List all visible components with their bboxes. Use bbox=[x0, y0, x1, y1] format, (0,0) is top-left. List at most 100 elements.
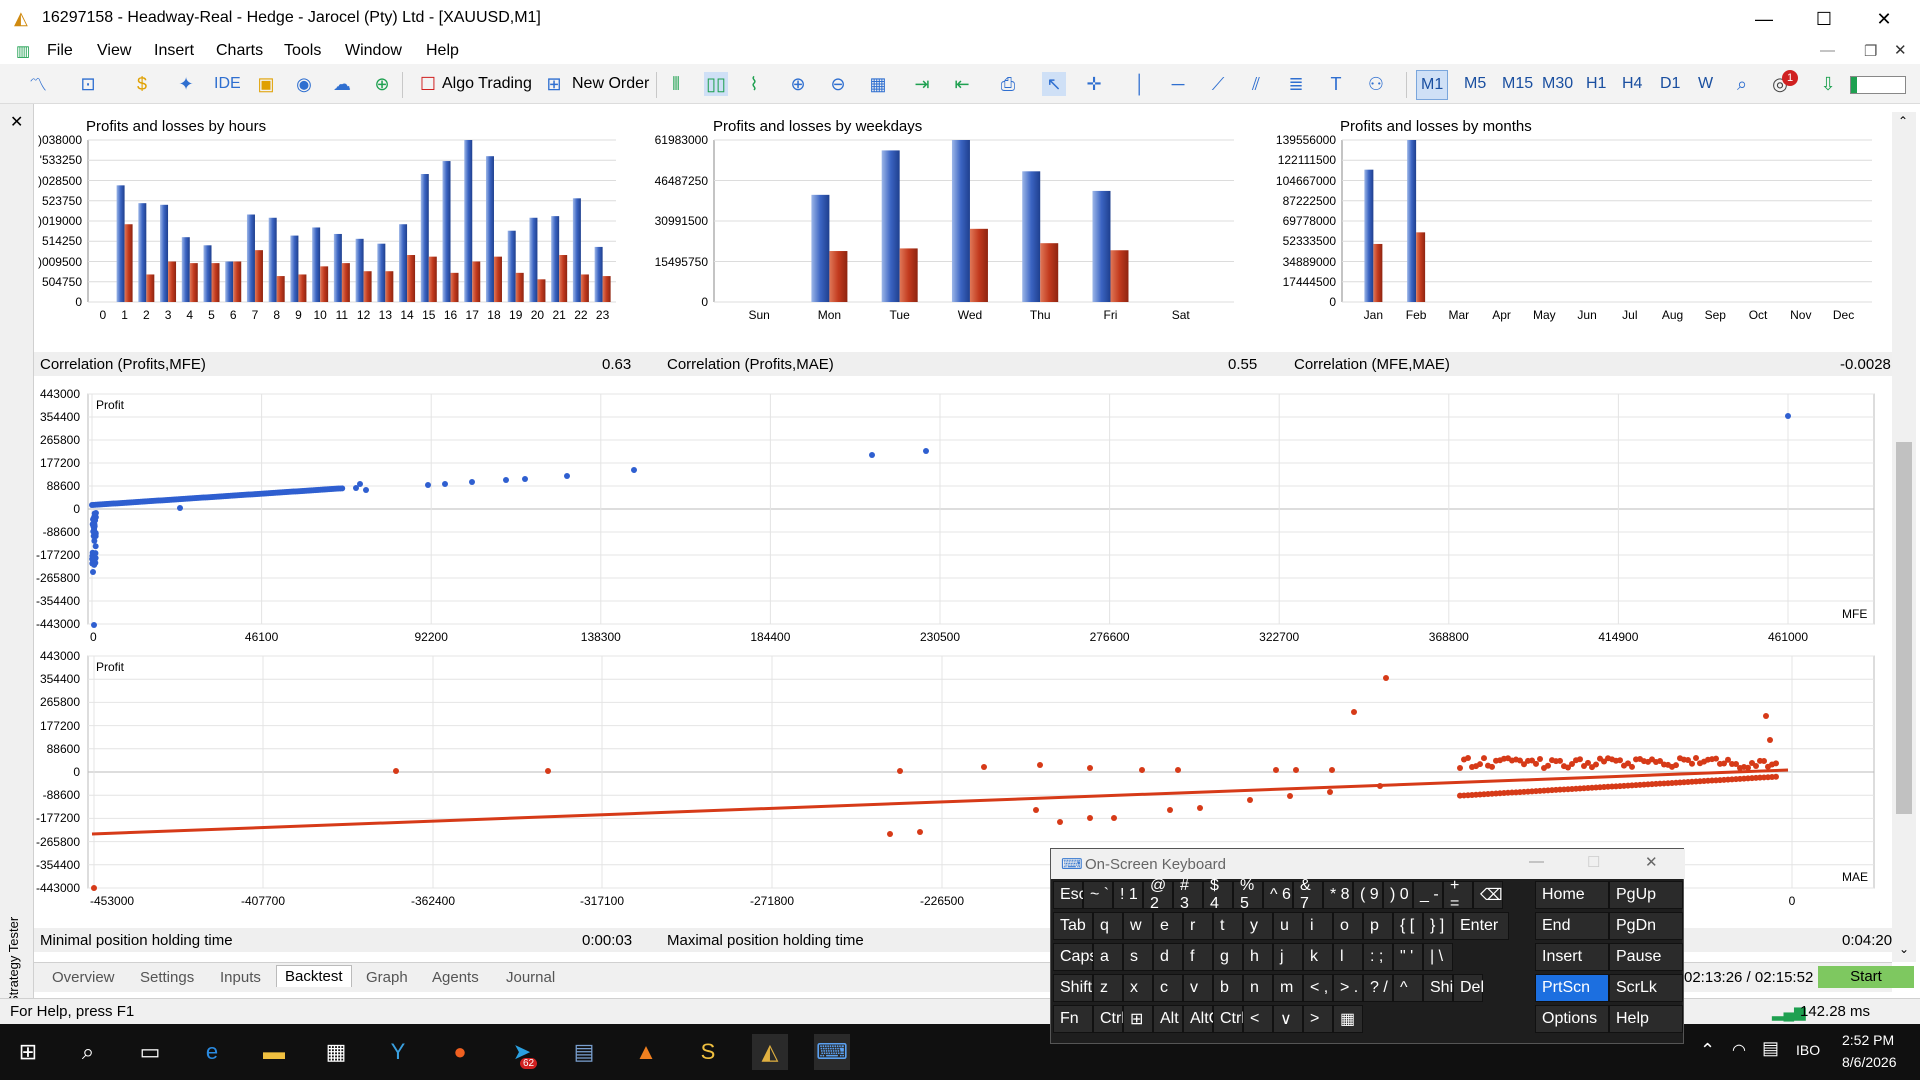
osk-key[interactable]: ) 0 bbox=[1383, 881, 1413, 909]
osk-key[interactable]: AltGr bbox=[1183, 1005, 1213, 1033]
osk-key[interactable]: Ctrl bbox=[1093, 1005, 1123, 1033]
osk-nav-key[interactable]: PgDn bbox=[1609, 912, 1683, 940]
osk-key[interactable]: f bbox=[1183, 943, 1213, 971]
notifications-taskbar-icon[interactable]: ▤ bbox=[1762, 1038, 1779, 1059]
osk-key[interactable]: ▦ bbox=[1333, 1005, 1363, 1033]
osk-key[interactable]: " ' bbox=[1393, 943, 1423, 971]
windows-start-icon[interactable]: ⊞ bbox=[10, 1034, 46, 1070]
osk-key[interactable]: Alt bbox=[1153, 1005, 1183, 1033]
osk-key[interactable]: r bbox=[1183, 912, 1213, 940]
osk-key[interactable]: | \ bbox=[1423, 943, 1453, 971]
osk-key[interactable]: o bbox=[1333, 912, 1363, 940]
osk-key[interactable]: $ 4 bbox=[1203, 881, 1233, 909]
tab-inputs[interactable]: Inputs bbox=[212, 967, 269, 988]
osk-maximize-button[interactable]: ☐ bbox=[1587, 853, 1600, 871]
osk-key[interactable]: m bbox=[1273, 974, 1303, 1002]
osk-key[interactable]: # 3 bbox=[1173, 881, 1203, 909]
osk-key[interactable]: > bbox=[1303, 1005, 1333, 1033]
osk-key[interactable]: * 8 bbox=[1323, 881, 1353, 909]
vlc-icon[interactable]: ▲ bbox=[628, 1034, 664, 1070]
osk-key[interactable]: ~ ` bbox=[1083, 881, 1113, 909]
osk-key[interactable]: b bbox=[1213, 974, 1243, 1002]
osk-key[interactable]: Del bbox=[1453, 974, 1483, 1002]
store-icon[interactable]: ▦ bbox=[318, 1034, 354, 1070]
osk-key[interactable]: ∨ bbox=[1273, 1005, 1303, 1033]
osk-nav-key[interactable]: Help bbox=[1609, 1005, 1683, 1033]
osk-key[interactable]: w bbox=[1123, 912, 1153, 940]
osk-key[interactable]: ⌫ bbox=[1473, 881, 1503, 909]
osk-key[interactable]: e bbox=[1153, 912, 1183, 940]
osk-key[interactable]: Esc bbox=[1053, 881, 1083, 909]
osk-key[interactable]: u bbox=[1273, 912, 1303, 940]
osk-nav-key[interactable]: End bbox=[1535, 912, 1609, 940]
osk-key[interactable]: Tab bbox=[1053, 912, 1093, 940]
osk-key[interactable]: x bbox=[1123, 974, 1153, 1002]
file-explorer-icon[interactable]: ▬ bbox=[256, 1034, 292, 1070]
osk-key[interactable]: _ - bbox=[1413, 881, 1443, 909]
osk-key[interactable]: } ] bbox=[1423, 912, 1453, 940]
osk-nav-key[interactable]: Home bbox=[1535, 881, 1609, 909]
osk-key[interactable]: l bbox=[1333, 943, 1363, 971]
osk-key[interactable]: Fn bbox=[1053, 1005, 1093, 1033]
osk-key[interactable]: y bbox=[1243, 912, 1273, 940]
osk-key[interactable]: { [ bbox=[1393, 912, 1423, 940]
osk-nav-key[interactable]: Insert bbox=[1535, 943, 1609, 971]
osk-key[interactable]: < , bbox=[1303, 974, 1333, 1002]
sublime-icon[interactable]: S bbox=[690, 1034, 726, 1070]
osk-nav-key[interactable]: PgUp bbox=[1609, 881, 1683, 909]
osk-taskbar-icon[interactable]: ⌨ bbox=[814, 1034, 850, 1070]
start-button[interactable]: Start bbox=[1818, 966, 1914, 988]
osk-key[interactable]: Enter bbox=[1453, 912, 1509, 940]
osk-minimize-button[interactable]: — bbox=[1529, 853, 1544, 870]
osk-key[interactable]: Shift bbox=[1053, 974, 1093, 1002]
search-taskbar-icon[interactable]: ⌕ bbox=[70, 1034, 106, 1070]
osk-nav-key[interactable]: Options bbox=[1535, 1005, 1609, 1033]
task-view-icon[interactable]: ▭ bbox=[132, 1034, 168, 1070]
osk-key[interactable]: p bbox=[1363, 912, 1393, 940]
osk-nav-key[interactable]: Pause bbox=[1609, 943, 1683, 971]
osk-key[interactable]: & 7 bbox=[1293, 881, 1323, 909]
clock-date[interactable]: 8/6/2026 bbox=[1842, 1054, 1897, 1070]
osk-key[interactable]: j bbox=[1273, 943, 1303, 971]
osk-key[interactable]: Ctrl bbox=[1213, 1005, 1243, 1033]
osk-key[interactable]: a bbox=[1093, 943, 1123, 971]
osk-key[interactable]: : ; bbox=[1363, 943, 1393, 971]
rdp-icon[interactable]: ▤ bbox=[566, 1034, 602, 1070]
osk-key[interactable]: h bbox=[1243, 943, 1273, 971]
osk-key[interactable]: @ 2 bbox=[1143, 881, 1173, 909]
osk-key[interactable]: Shift bbox=[1423, 974, 1453, 1002]
tab-agents[interactable]: Agents bbox=[424, 967, 487, 988]
osk-key[interactable]: d bbox=[1153, 943, 1183, 971]
osk-key[interactable]: ? / bbox=[1363, 974, 1393, 1002]
osk-key[interactable]: q bbox=[1093, 912, 1123, 940]
osk-key[interactable]: i bbox=[1303, 912, 1333, 940]
osk-key[interactable]: Caps bbox=[1053, 943, 1093, 971]
osk-key[interactable]: c bbox=[1153, 974, 1183, 1002]
osk-key[interactable]: v bbox=[1183, 974, 1213, 1002]
tab-overview[interactable]: Overview bbox=[44, 967, 123, 988]
osk-key[interactable]: g bbox=[1213, 943, 1243, 971]
tab-backtest[interactable]: Backtest bbox=[276, 965, 352, 987]
osk-key[interactable]: % 5 bbox=[1233, 881, 1263, 909]
clock-time[interactable]: 2:52 PM bbox=[1842, 1032, 1894, 1048]
edge-icon[interactable]: e bbox=[194, 1034, 230, 1070]
osk-close-button[interactable]: ✕ bbox=[1645, 853, 1658, 871]
metatrader-icon[interactable]: ◭ bbox=[752, 1034, 788, 1070]
osk-key[interactable]: ( 9 bbox=[1353, 881, 1383, 909]
osk-key[interactable]: n bbox=[1243, 974, 1273, 1002]
wifi-icon[interactable]: ◠ bbox=[1732, 1040, 1746, 1060]
osk-key[interactable]: ^ bbox=[1393, 974, 1423, 1002]
osk-key[interactable]: k bbox=[1303, 943, 1333, 971]
osk-key[interactable]: s bbox=[1123, 943, 1153, 971]
osk-key[interactable]: z bbox=[1093, 974, 1123, 1002]
osk-key[interactable]: < bbox=[1243, 1005, 1273, 1033]
osk-key[interactable]: + = bbox=[1443, 881, 1473, 909]
osk-nav-key[interactable]: PrtScn bbox=[1535, 974, 1609, 1002]
osk-nav-key[interactable]: ScrLk bbox=[1609, 974, 1683, 1002]
tab-journal[interactable]: Journal bbox=[498, 967, 563, 988]
osk-key[interactable]: ! 1 bbox=[1113, 881, 1143, 909]
vpn-icon[interactable]: Y bbox=[380, 1034, 416, 1070]
osk-key[interactable]: > . bbox=[1333, 974, 1363, 1002]
osk-key[interactable]: ⊞ bbox=[1123, 1005, 1153, 1033]
tab-settings[interactable]: Settings bbox=[132, 967, 202, 988]
